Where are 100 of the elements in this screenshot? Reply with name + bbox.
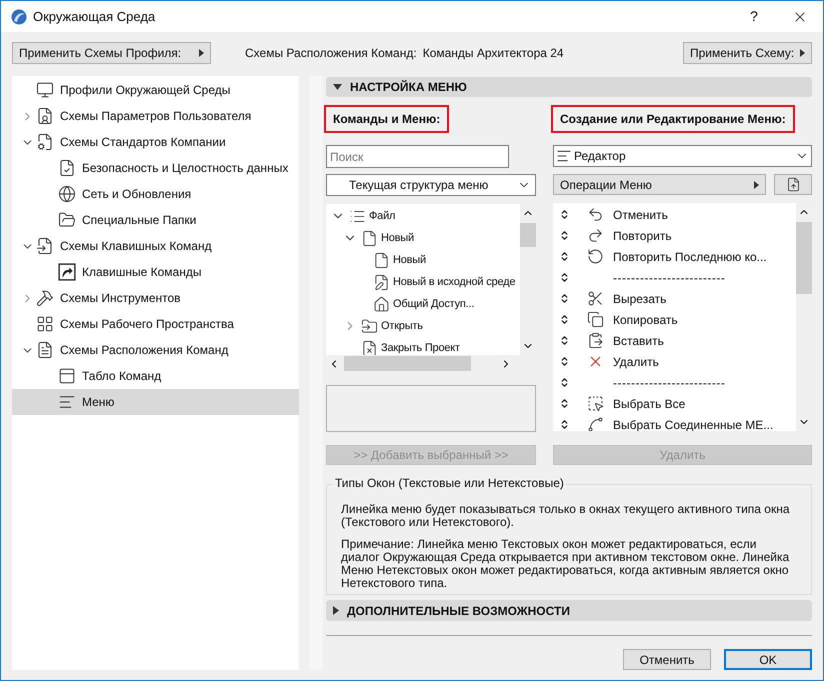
toolbar-icon xyxy=(58,367,76,385)
copy-icon xyxy=(586,311,604,328)
collapse-triangle-icon xyxy=(333,84,342,90)
sidebar-item[interactable]: Табло Команд xyxy=(12,363,299,389)
item-label: Сеть и Обновления xyxy=(82,186,192,203)
submenu-arrow-icon xyxy=(199,49,204,57)
file-settings-icon xyxy=(36,133,54,151)
menu-item[interactable]: Копировать xyxy=(613,310,678,329)
reorder-icon[interactable] xyxy=(559,209,570,220)
search-field[interactable]: Поиск xyxy=(326,145,509,168)
item-label: Специальные Папки xyxy=(82,212,196,229)
group-title: Типы Окон (Текстовые или Нетекстовые) xyxy=(333,477,566,490)
file-upload-icon xyxy=(786,177,800,192)
scheme-name: Команды Архитектора 24 xyxy=(422,45,564,62)
editor-heading: Создание или Редактирование Меню: xyxy=(551,105,795,134)
sidebar-item[interactable]: Меню xyxy=(12,389,299,415)
tree-item[interactable]: Общий Доступ... xyxy=(393,296,474,313)
tree-item[interactable]: Закрыть Проект xyxy=(381,340,460,356)
info-paragraph: Линейка меню будет показываться только в окнах текущего активного типа окна (Текстового или Нетекстового). xyxy=(341,503,791,530)
section-header[interactable]: ДОПОЛНИТЕЛЬНЫЕ ВОЗМОЖНОСТИ xyxy=(326,600,812,621)
tree-item[interactable]: Файл xyxy=(369,208,396,225)
sidebar-item[interactable]: Клавишные Команды xyxy=(12,259,299,285)
menu-item[interactable]: Отменить xyxy=(613,206,668,224)
tree-item[interactable]: Открыть xyxy=(381,318,423,335)
file-shortcut-icon xyxy=(36,237,54,255)
menu-item[interactable]: Повторить Последнюю ко... xyxy=(613,248,767,266)
section-header[interactable]: НАСТРОЙКА МЕНЮ xyxy=(326,77,812,98)
file-user-icon xyxy=(36,107,54,125)
item-label: Схемы Рабочего Пространства xyxy=(60,316,234,333)
reorder-icon[interactable] xyxy=(559,230,570,242)
item-label: Меню xyxy=(82,394,114,411)
reorder-icon[interactable] xyxy=(559,251,570,262)
cancel-button[interactable]: Отменить xyxy=(623,649,711,670)
menu-item[interactable]: Вырезать xyxy=(613,290,666,308)
item-label: Схемы Инструментов xyxy=(60,290,181,307)
menu-item[interactable]: Выбрать Все xyxy=(613,394,686,413)
structure-dropdown[interactable]: Текущая структура меню xyxy=(326,174,536,196)
item-label: Табло Команд xyxy=(82,368,162,385)
menu-item[interactable]: Вставить xyxy=(613,332,664,350)
item-label: Схемы Расположения Команд xyxy=(60,342,228,359)
help-button[interactable]: ? xyxy=(731,1,777,32)
menu-item[interactable]: Удалить xyxy=(613,352,659,371)
file-pen-icon xyxy=(373,274,390,291)
separator-item[interactable]: ------------------------- xyxy=(613,268,726,287)
menu-dropdown[interactable]: Редактор xyxy=(553,145,812,168)
export-button[interactable] xyxy=(774,174,812,196)
hammer-icon xyxy=(36,289,54,307)
scroll-thumb[interactable] xyxy=(796,222,812,294)
ok-button[interactable]: OK xyxy=(724,649,812,670)
reorder-icon[interactable] xyxy=(559,398,570,410)
scheme-label: Схемы Расположения Команд: xyxy=(245,45,417,62)
sidebar-item[interactable]: Схемы Расположения Команд xyxy=(12,337,299,363)
horizontal-scrollbar[interactable] xyxy=(326,355,536,372)
sidebar-item[interactable]: Сеть и Обновления xyxy=(12,181,299,207)
scissors-icon xyxy=(586,290,604,308)
file-list-icon xyxy=(36,341,54,359)
folder-icon xyxy=(361,318,378,335)
reorder-icon[interactable] xyxy=(559,419,570,430)
sidebar-item[interactable]: Профили Окружающей Среды xyxy=(12,77,299,103)
menu-operations-button[interactable]: Операции Меню xyxy=(553,174,766,196)
item-label: Схемы Стандартов Компании xyxy=(60,134,226,151)
menu-item[interactable]: Выбрать Соединенные МЕ... xyxy=(613,416,774,432)
info-paragraph: Примечание: Линейка меню Текстовых окон может редактироваться, если диалог Окружающая Среда открывается при активном текстовом окне. Линейка Меню Нетекстовых окон может редактироваться, когда активным является окно Нетекстового типа. xyxy=(341,538,790,590)
select-all-icon xyxy=(586,395,604,412)
globe-icon xyxy=(58,185,76,203)
submenu-arrow-icon xyxy=(800,49,805,57)
file-check-icon xyxy=(58,159,76,177)
scroll-thumb[interactable] xyxy=(344,356,471,372)
item-label: Схемы Клавишных Команд xyxy=(60,238,212,255)
sidebar-item[interactable]: Схемы Клавишных Команд xyxy=(12,233,299,259)
item-label: Профили Окружающей Среды xyxy=(60,82,230,99)
item-label: Схемы Параметров Пользователя xyxy=(60,108,252,125)
reorder-icon[interactable] xyxy=(559,314,570,326)
tree-item[interactable]: Новый xyxy=(381,230,414,247)
reorder-icon[interactable] xyxy=(559,272,570,284)
menu-item[interactable]: Повторить xyxy=(613,226,672,245)
reorder-icon[interactable] xyxy=(559,335,570,346)
apply-scheme-button[interactable]: Применить Схему: xyxy=(683,42,812,64)
reorder-icon[interactable] xyxy=(559,377,570,388)
house-icon xyxy=(373,296,390,313)
separator-item[interactable]: ------------------------- xyxy=(613,374,726,392)
undo-icon xyxy=(586,206,604,224)
window-title: Окружающая Среда xyxy=(33,8,156,26)
sidebar-item[interactable]: Безопасность и Целостность данных xyxy=(12,155,299,181)
scroll-thumb[interactable] xyxy=(520,223,536,248)
sidebar-item[interactable]: Специальные Папки xyxy=(12,207,299,233)
sidebar-item[interactable]: Схемы Стандартов Компании xyxy=(12,129,299,155)
item-label: Клавишные Команды xyxy=(82,264,202,281)
apply-profile-button[interactable]: Применить Схемы Профиля: xyxy=(12,42,211,64)
sidebar-item[interactable]: Схемы Параметров Пользователя xyxy=(12,103,299,129)
tree-item[interactable]: Новый xyxy=(393,252,426,269)
repeat-icon xyxy=(586,248,604,266)
sidebar-item[interactable]: Схемы Инструментов xyxy=(12,285,299,311)
sidebar-item[interactable]: Схемы Рабочего Пространства xyxy=(12,311,299,337)
reorder-icon[interactable] xyxy=(559,356,570,368)
connected-select-icon xyxy=(586,416,604,432)
redo-icon xyxy=(586,227,604,244)
app-logo-icon xyxy=(11,8,27,24)
reorder-icon[interactable] xyxy=(559,293,570,304)
tree-item[interactable]: Новый в исходной среде xyxy=(393,274,516,291)
